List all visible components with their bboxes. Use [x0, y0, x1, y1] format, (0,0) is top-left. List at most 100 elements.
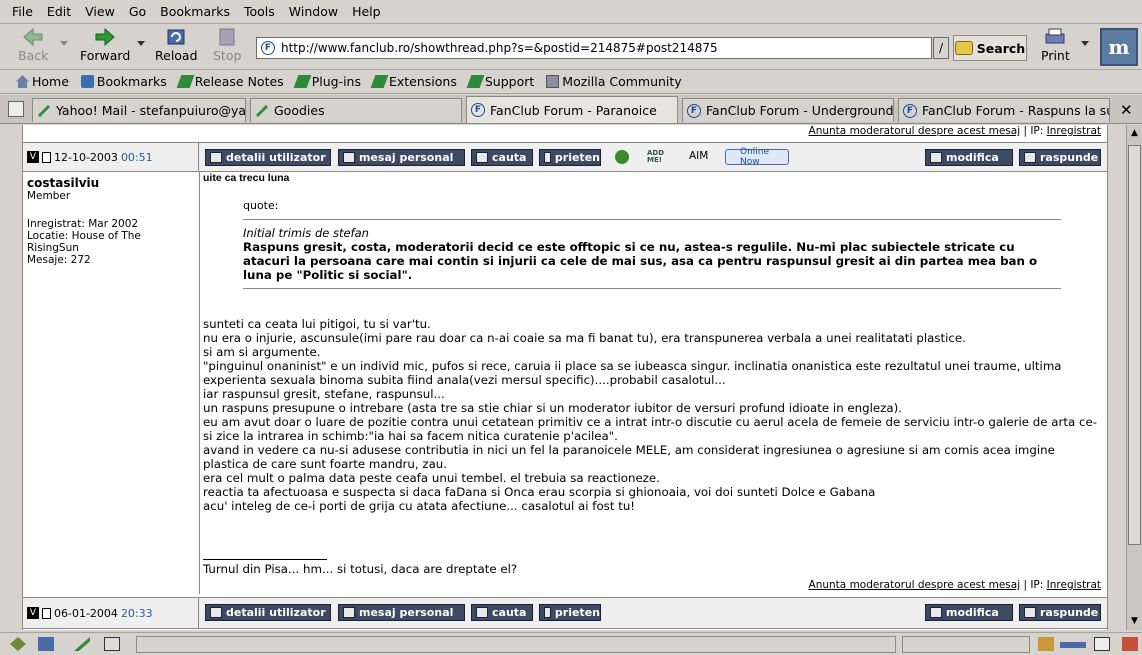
menu-tools[interactable]: Tools: [244, 4, 275, 19]
post-line: si am si argumente.: [203, 345, 321, 359]
personal-toolbar: Home Bookmarks Release Notes Plug-ins Ex…: [0, 70, 1142, 94]
bookmarks-icon: [80, 75, 94, 88]
report-moderator-link[interactable]: Anunta moderatorul despre acest mesaj: [809, 579, 1021, 591]
forward-dropdown-icon[interactable]: [137, 41, 145, 46]
bookmark-plugins[interactable]: Plug-ins: [293, 74, 361, 89]
tab-fanclub-paranoice[interactable]: F FanClub Forum - Paranoice: [466, 96, 678, 123]
status-bar: [0, 632, 1142, 655]
user-info-pane: costasilviu Member Inregistrat: Mar 2002…: [23, 171, 200, 594]
icq-flower-icon[interactable]: [615, 150, 629, 164]
mozilla-logo: m: [1100, 28, 1138, 66]
edit-icon: [930, 607, 942, 618]
aim-icon[interactable]: AIM: [689, 150, 708, 162]
tab-fanclub-underground[interactable]: F FanClub Forum - Underground ...: [682, 98, 894, 122]
friend-button[interactable]: prieten: [539, 604, 601, 621]
url-text: http://www.fanclub.ro/showthread.php?s=&…: [281, 41, 718, 55]
post-marker-icon: V: [27, 607, 39, 619]
print-dropdown-icon[interactable]: [1081, 41, 1089, 46]
menu-edit[interactable]: Edit: [47, 4, 71, 19]
menu-help[interactable]: Help: [352, 4, 381, 19]
private-message-button[interactable]: mesaj personal: [338, 604, 465, 621]
search-user-button[interactable]: cauta: [471, 604, 533, 621]
vertical-scrollbar[interactable]: ▲ ▼: [1126, 125, 1142, 630]
cookie-icon[interactable]: [1094, 637, 1110, 651]
reply-button[interactable]: raspunde: [1019, 604, 1101, 621]
bookmark-release-notes[interactable]: Release Notes: [176, 74, 284, 89]
bookmark-mozilla-community[interactable]: Mozilla Community: [546, 74, 682, 89]
scroll-up-icon[interactable]: ▲: [1128, 127, 1141, 139]
bookmark-extensions[interactable]: Extensions: [370, 74, 457, 89]
tab-yahoo-mail[interactable]: Yahoo! Mail - stefanpuiuro@ya...: [32, 98, 246, 122]
bookmark-bookmarks[interactable]: Bookmarks: [80, 74, 167, 89]
yahoo-online-status[interactable]: Online Now: [725, 147, 789, 167]
fanclub-favicon-icon: F: [471, 103, 485, 117]
print-button[interactable]: Print: [1041, 28, 1070, 63]
message-icon: [343, 607, 355, 618]
composer-icon[interactable]: [74, 637, 90, 651]
scroll-down-icon[interactable]: ▼: [1128, 615, 1141, 627]
menu-window[interactable]: Window: [289, 4, 338, 19]
reload-icon: [167, 29, 185, 45]
report-moderator-link[interactable]: Anunta moderatorul despre acest mesaj: [809, 125, 1021, 137]
tab-fanclub-raspuns[interactable]: F FanClub Forum - Raspuns la su...: [898, 98, 1110, 122]
username[interactable]: costasilviu: [27, 176, 195, 190]
reply-icon: [1024, 152, 1036, 163]
search-button[interactable]: Search: [953, 35, 1027, 61]
menu-bookmarks[interactable]: Bookmarks: [160, 4, 230, 19]
tab-goodies[interactable]: Goodies: [250, 98, 462, 122]
bookmark-home[interactable]: Home: [16, 74, 69, 89]
bookmark-support[interactable]: Support: [466, 74, 534, 89]
private-message-button[interactable]: mesaj personal: [338, 149, 465, 166]
menu-go[interactable]: Go: [129, 4, 146, 19]
ip-link[interactable]: Inregistrat: [1047, 125, 1101, 137]
edit-post-button[interactable]: modifica: [925, 604, 1013, 621]
search-user-button[interactable]: cauta: [471, 149, 533, 166]
url-bar[interactable]: F http://www.fanclub.ro/showthread.php?s…: [256, 37, 932, 59]
reload-button[interactable]: Reload: [155, 28, 198, 63]
fanclub-favicon-icon: F: [903, 103, 917, 118]
printer-icon: [1045, 28, 1065, 44]
stop-button[interactable]: Stop: [213, 28, 241, 63]
home-icon: [16, 75, 29, 88]
post-date-cell: V 06-01-2004 20:33: [23, 598, 199, 628]
new-tab-icon[interactable]: [8, 101, 24, 117]
quote-text: Raspuns gresit, costa, moderatorii decid…: [243, 240, 1038, 282]
address-book-icon[interactable]: [104, 637, 120, 651]
menu-bar: File Edit View Go Bookmarks Tools Window…: [0, 0, 1142, 24]
url-dropdown-button[interactable]: /: [933, 37, 949, 59]
scrollbar-thumb[interactable]: [1128, 145, 1141, 545]
post-date: 12-10-2003: [54, 150, 118, 164]
link-icon: [466, 75, 485, 88]
close-tab-button[interactable]: ✕: [1120, 101, 1133, 119]
menu-file[interactable]: File: [12, 4, 33, 19]
msn-add-me-icon[interactable]: ADD ME!: [647, 150, 679, 164]
reply-button[interactable]: raspunde: [1019, 149, 1101, 166]
forward-button[interactable]: Forward: [80, 28, 130, 63]
link-icon: [255, 104, 269, 117]
post-title: uite ca trecu luna: [203, 172, 290, 184]
page-content: Anunta moderatorul despre acest mesaj | …: [0, 125, 1126, 630]
friend-button[interactable]: prieten: [539, 149, 601, 166]
post-line: acu' inteleg de ce-i porti de grija cu a…: [203, 499, 636, 513]
navigator-icon[interactable]: [10, 637, 26, 651]
ip-link[interactable]: Inregistrat: [1047, 579, 1101, 591]
link-icon: [176, 75, 195, 88]
back-button[interactable]: Back: [18, 28, 48, 63]
edit-post-button[interactable]: modifica: [925, 149, 1013, 166]
post-header-strip: V 12-10-2003 00:51 detalii utilizator me…: [23, 142, 1107, 172]
back-dropdown-icon[interactable]: [60, 41, 68, 46]
post-line: "pinguinul onaninist" e un individ mic, …: [203, 359, 1062, 387]
post-document-icon: [42, 607, 51, 619]
user-details-button[interactable]: detalii utilizator: [205, 604, 331, 621]
menu-view[interactable]: View: [85, 4, 115, 19]
online-connection-icon[interactable]: [1060, 642, 1086, 648]
tab-bar: Yahoo! Mail - stefanpuiuro@ya... Goodies…: [0, 95, 1142, 124]
user-details-button[interactable]: detalii utilizator: [205, 149, 331, 166]
progress-meter: [902, 636, 1030, 653]
popup-blocker-icon[interactable]: [1122, 637, 1138, 651]
forward-arrow-icon: [95, 28, 115, 46]
post-document-icon: [42, 151, 51, 163]
reply-icon: [1024, 607, 1036, 618]
mail-icon[interactable]: [38, 637, 54, 651]
post-line: eu am avut doar o luare de pozitie contr…: [203, 415, 1097, 443]
